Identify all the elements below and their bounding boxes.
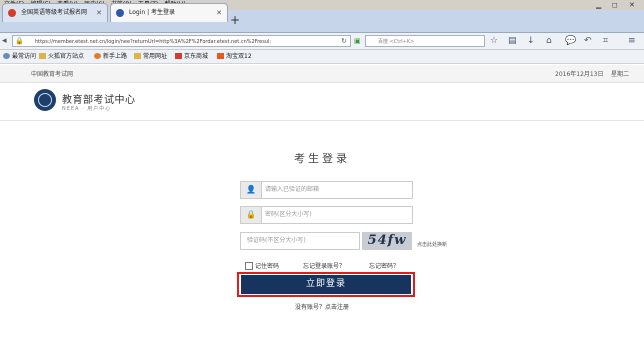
tab-etest-registration[interactable]: 全国英语等级考试报名网 ✕ [2, 3, 108, 22]
menu-icon[interactable]: ≡ [628, 34, 636, 48]
chat-icon[interactable]: 💬 [565, 34, 576, 48]
forgot-account-link[interactable]: 忘记登录账号？ [303, 261, 345, 270]
logo-subtitle: NEEA · 用户中心 [62, 106, 112, 112]
undo-icon[interactable]: ↶ [584, 34, 592, 48]
close-tab-icon[interactable]: ✕ [216, 4, 222, 22]
back-icon[interactable]: ◂ [2, 34, 7, 48]
captcha-refresh-link[interactable]: 点击此处换新 [417, 241, 447, 248]
bookmark-most-visited[interactable]: 最常访问 [3, 50, 36, 63]
download-icon[interactable]: ↓ [527, 34, 535, 48]
library-icon[interactable]: ▤ [508, 34, 517, 48]
username-field[interactable]: 👤 请输入已验证的邮箱 [240, 181, 413, 199]
bookmark-getting-started[interactable]: 新手上路 [94, 50, 127, 63]
extension-icon[interactable]: ⌗ [603, 34, 608, 48]
folder-icon [39, 53, 46, 59]
globe-icon [3, 53, 10, 59]
bookmark-common-sites[interactable]: 常用网址 [134, 50, 167, 63]
firefox-icon [94, 53, 101, 59]
bookmark-taobao[interactable]: 淘宝双12 [217, 50, 252, 63]
close-tab-icon[interactable]: ✕ [96, 4, 102, 22]
folder-icon [134, 53, 141, 59]
username-placeholder: 请输入已验证的邮箱 [265, 186, 320, 193]
site-name-link[interactable]: 中国教育考试网 [31, 69, 73, 78]
user-icon: 👤 [241, 182, 262, 198]
tab-favicon-icon [8, 9, 16, 17]
lock-icon: 🔒 [15, 37, 24, 45]
address-bar[interactable]: https://member.etest.net.cn/login/nee?re… [12, 35, 351, 47]
forgot-password-link[interactable]: 忘记密码？ [369, 261, 399, 270]
captcha-placeholder: 验证码(不区分大小写) [247, 237, 306, 244]
home-icon[interactable]: ⌂ [546, 34, 552, 48]
jd-icon [175, 53, 182, 59]
password-placeholder: 密码(区分大小写) [265, 211, 312, 218]
close-window-icon[interactable]: ✕ [629, 0, 635, 10]
bookmarks-bar: 最常访问 火狐官方站点 新手上路 常用网址 京东商城 淘宝双12 [0, 50, 644, 64]
captcha-image[interactable]: 54fw [362, 232, 412, 250]
tab-title: Login | 考生登录 [129, 9, 176, 16]
remember-checkbox[interactable] [245, 262, 253, 270]
register-link[interactable]: 没有账号？点击注册 [0, 302, 644, 311]
minimize-icon[interactable]: ▁ [596, 0, 601, 10]
remember-label[interactable]: 记住密码 [255, 261, 279, 270]
bookmark-firefox-official[interactable]: 火狐官方站点 [39, 50, 84, 63]
compat-icon[interactable]: ▣ [354, 34, 361, 48]
tab-login[interactable]: Login | 考生登录 ✕ [110, 3, 228, 22]
captcha-field[interactable]: 验证码(不区分大小写) [240, 232, 360, 250]
maximize-icon[interactable]: ◻ [612, 0, 618, 10]
lock-icon: 🔒 [241, 207, 262, 223]
new-tab-button[interactable]: + [230, 13, 240, 27]
taobao-icon [217, 53, 224, 59]
search-input[interactable]: 百度 <Ctrl+K> [365, 35, 485, 47]
tab-title: 全国英语等级考试报名网 [21, 9, 88, 16]
current-date: 2016年12月13日 [555, 71, 604, 78]
login-button[interactable]: 立即登录 [241, 275, 411, 294]
top-info-bar [0, 65, 644, 83]
tab-favicon-icon [116, 9, 124, 17]
password-field[interactable]: 🔒 密码(区分大小写) [240, 206, 413, 224]
login-title: 考生登录 [294, 152, 350, 165]
star-icon[interactable]: ☆ [490, 34, 498, 48]
bookmark-jd[interactable]: 京东商城 [175, 50, 208, 63]
current-weekday: 星期二 [611, 71, 630, 78]
neea-logo [34, 89, 56, 111]
logo-title: 教育部考试中心 [62, 95, 136, 106]
header-divider [0, 120, 644, 121]
reload-icon[interactable]: ↻ [341, 34, 347, 48]
